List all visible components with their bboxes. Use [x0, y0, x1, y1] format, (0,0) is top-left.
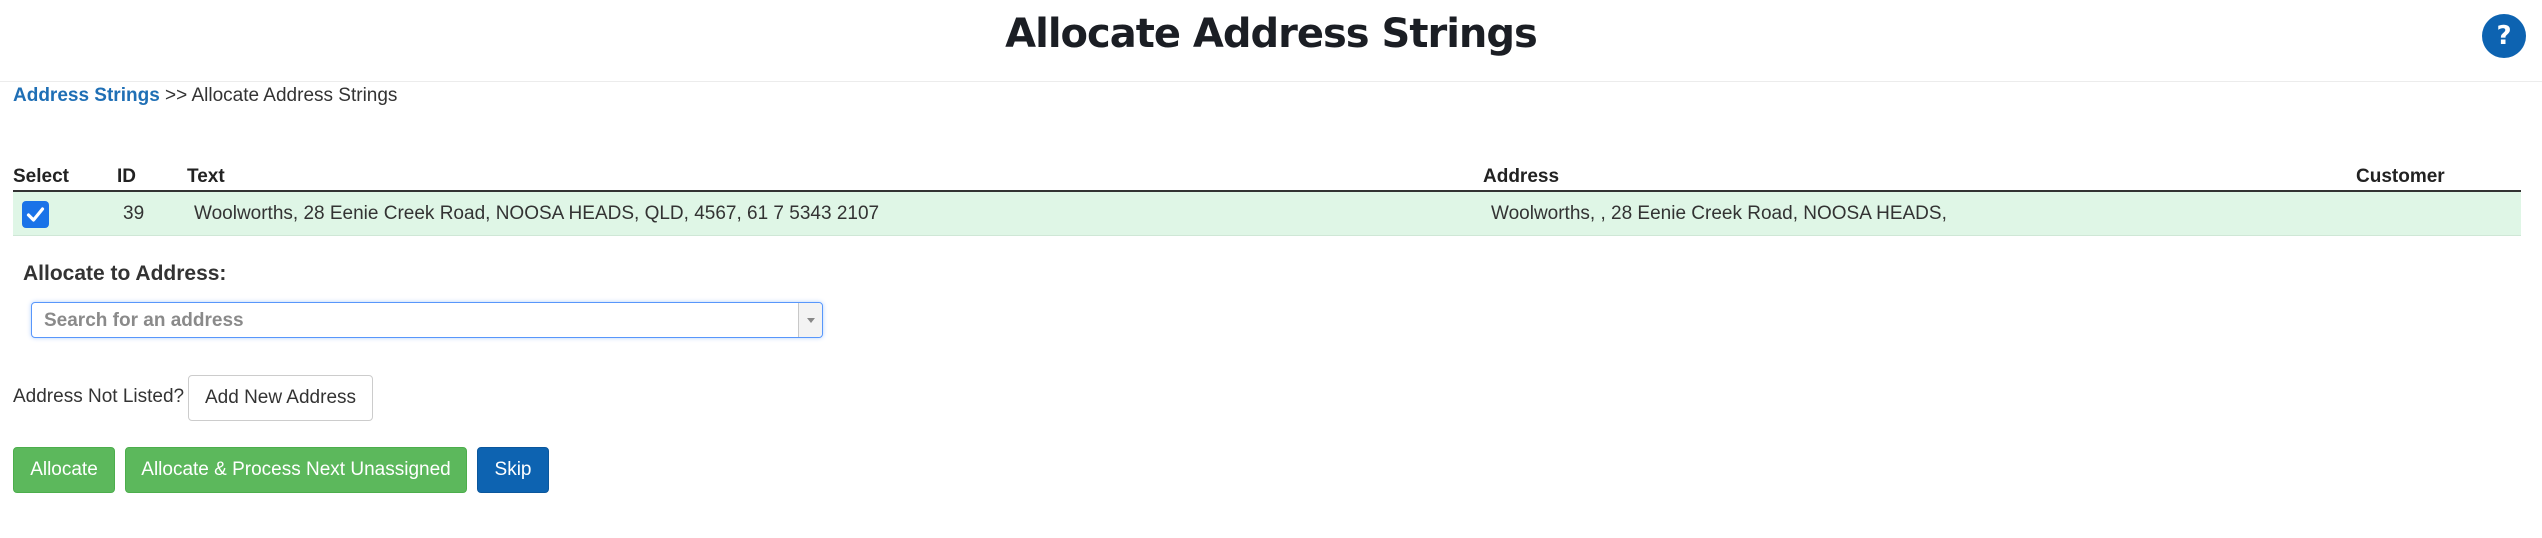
- page: Allocate Address Strings ? Address Strin…: [0, 0, 2542, 538]
- breadcrumb: Address Strings >> Allocate Address Stri…: [13, 84, 397, 108]
- page-title: Allocate Address Strings: [1005, 11, 1538, 57]
- column-header-select: Select: [13, 166, 69, 187]
- row-select-checkbox[interactable]: [22, 201, 49, 228]
- question-mark-icon: ?: [2496, 21, 2512, 51]
- column-header-id: ID: [117, 166, 136, 187]
- chevron-down-icon: [807, 318, 815, 323]
- breadcrumb-separator: >>: [165, 85, 188, 106]
- page-header: Allocate Address Strings ?: [0, 0, 2542, 82]
- table-row[interactable]: 39 Woolworths, 28 Eenie Creek Road, NOOS…: [13, 192, 2521, 236]
- row-address: Woolworths, , 28 Eenie Creek Road, NOOSA…: [1491, 203, 1947, 224]
- allocate-button[interactable]: Allocate: [13, 447, 115, 493]
- table-header-row: Select ID Text Address Customer: [13, 164, 2521, 192]
- column-header-text: Text: [187, 166, 225, 187]
- address-search-placeholder: Search for an address: [44, 310, 244, 331]
- dropdown-toggle[interactable]: [798, 303, 822, 337]
- row-text: Woolworths, 28 Eenie Creek Road, NOOSA H…: [194, 203, 880, 224]
- column-header-customer: Customer: [2356, 166, 2445, 187]
- help-button[interactable]: ?: [2482, 14, 2526, 58]
- allocate-and-process-next-button[interactable]: Allocate & Process Next Unassigned: [125, 447, 467, 493]
- allocate-to-address-label: Allocate to Address:: [23, 262, 227, 285]
- address-search-select[interactable]: Search for an address: [31, 302, 823, 338]
- row-id: 39: [123, 203, 145, 224]
- checkmark-icon: [26, 207, 45, 222]
- address-strings-table: Select ID Text Address Customer 39 Woolw…: [13, 164, 2521, 236]
- column-header-address: Address: [1483, 166, 1560, 187]
- breadcrumb-link-address-strings[interactable]: Address Strings: [13, 85, 160, 106]
- skip-button[interactable]: Skip: [477, 447, 549, 493]
- add-new-address-button[interactable]: Add New Address: [188, 375, 373, 421]
- breadcrumb-current: Allocate Address Strings: [191, 85, 398, 106]
- address-not-listed-label: Address Not Listed?: [13, 386, 185, 407]
